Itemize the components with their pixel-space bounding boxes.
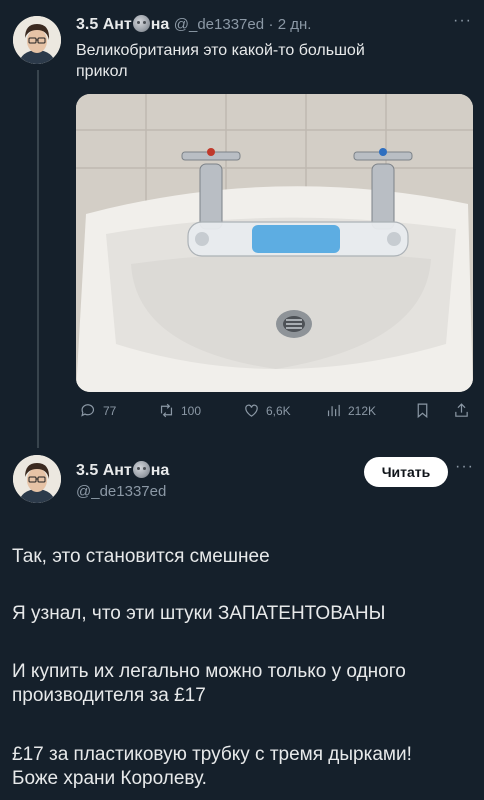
tweet-text-line: прикол: [76, 63, 128, 80]
heart-icon: [245, 404, 258, 417]
reply-icon: [81, 404, 95, 417]
tweet-text: Великобритания это какой-то большой прик…: [76, 40, 365, 82]
moon-emoji-icon: [132, 15, 150, 32]
like-count: 6,6K: [266, 403, 291, 418]
tweet-header: 3.5 Ант на @_de1337ed · 2 дн.: [76, 15, 311, 34]
follow-button[interactable]: Читать: [364, 457, 448, 487]
bookmark-button[interactable]: [414, 402, 431, 419]
moon-emoji-icon: [132, 461, 150, 478]
tweet-text-line: Великобритания это какой-то большой: [76, 42, 365, 59]
sink-photo-icon: [76, 94, 473, 392]
tweet-image[interactable]: [76, 94, 473, 392]
more-options-icon[interactable]: ···: [453, 12, 472, 30]
avatar-photo-icon: [13, 16, 61, 64]
retweet-button[interactable]: 100: [158, 402, 201, 419]
reply-count: 77: [103, 403, 117, 418]
tweet-paragraph: Я узнал, что эти штуки ЗАПАТЕНТОВАНЫ: [12, 603, 386, 624]
tweet-paragraph: £17 за пластиковую трубку с тремя дыркам…: [12, 744, 412, 765]
retweet-icon: [160, 403, 173, 418]
tweet-paragraph: Боже храни Королеву.: [12, 768, 207, 789]
tweet-header: 3.5 Ант на: [76, 461, 169, 480]
bookmark-icon: [417, 403, 428, 419]
user-handle[interactable]: @_de1337ed: [76, 483, 166, 500]
like-button[interactable]: 6,6K: [243, 402, 291, 419]
display-name[interactable]: 3.5 Ант на: [76, 461, 169, 479]
thread-connector: [37, 70, 39, 448]
tweet-paragraph: производителя за £17: [12, 685, 206, 706]
avatar-photo-icon: [13, 455, 61, 503]
timestamp[interactable]: · 2 дн.: [269, 16, 312, 33]
views-icon: [327, 404, 340, 417]
more-options-icon[interactable]: ···: [455, 458, 474, 476]
share-button[interactable]: [453, 402, 470, 419]
tweet-paragraph: Так, это становится смешнее: [12, 546, 270, 567]
display-name[interactable]: 3.5 Ант на: [76, 15, 169, 33]
tweet-paragraph: И купить их легально можно только у одно…: [12, 661, 406, 682]
views-count: 212K: [348, 403, 377, 418]
views-button[interactable]: 212K: [325, 402, 376, 419]
user-handle[interactable]: @_de1337ed: [174, 16, 264, 33]
reply-button[interactable]: 77: [80, 402, 116, 419]
avatar[interactable]: [13, 16, 61, 64]
retweet-count: 100: [181, 403, 202, 418]
avatar[interactable]: [13, 455, 61, 503]
share-icon: [455, 403, 468, 417]
